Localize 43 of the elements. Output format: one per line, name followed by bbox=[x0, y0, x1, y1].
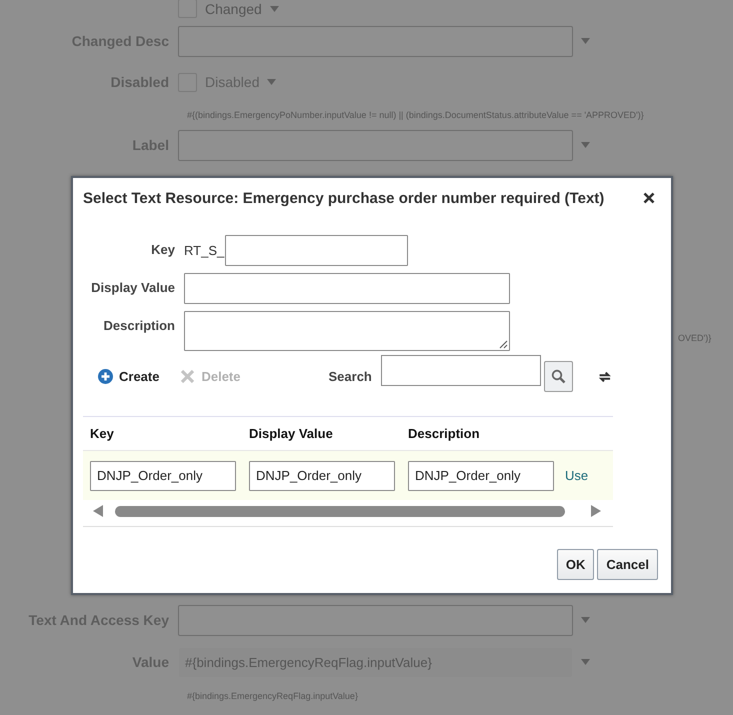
table-row[interactable]: DNJP_Order_only DNJP_Order_only DNJP_Order_only Use bbox=[83, 451, 613, 500]
caret-icon[interactable] bbox=[267, 79, 276, 85]
field-label: Key bbox=[150, 241, 175, 257]
search-icon bbox=[551, 369, 566, 384]
select-field[interactable] bbox=[178, 26, 573, 56]
ok-button[interactable]: OK bbox=[556, 549, 594, 580]
expression-text: #{bindings.EmergencyReqFlag.inputValue} bbox=[186, 691, 358, 701]
caret-icon[interactable] bbox=[581, 38, 590, 44]
search-button[interactable] bbox=[544, 361, 574, 392]
resize-grip-icon[interactable] bbox=[499, 340, 508, 349]
use-link[interactable]: Use bbox=[565, 468, 613, 483]
plus-icon bbox=[98, 369, 113, 384]
table-cell-field[interactable]: DNJP_Order_only bbox=[90, 460, 236, 490]
caret-icon[interactable] bbox=[270, 6, 279, 12]
search-label: Search bbox=[328, 369, 372, 384]
x-icon bbox=[180, 369, 196, 384]
expression-text: OVED')} bbox=[678, 333, 712, 343]
search-field[interactable] bbox=[380, 354, 542, 386]
caret-icon[interactable] bbox=[581, 617, 590, 623]
cancel-button[interactable]: Cancel bbox=[597, 549, 658, 580]
select-field[interactable] bbox=[178, 130, 573, 160]
table-cell-field[interactable]: DNJP_Order_only bbox=[408, 460, 554, 490]
caret-icon[interactable] bbox=[581, 659, 590, 665]
scrollbar-thumb[interactable] bbox=[115, 506, 565, 516]
field-label: Display Value bbox=[90, 279, 175, 295]
input-field[interactable] bbox=[184, 273, 510, 304]
key-prefix: RT_S_ bbox=[184, 243, 224, 258]
field-label: Description bbox=[102, 317, 175, 333]
checkbox-label: Changed bbox=[205, 0, 262, 16]
column-header: Display Value bbox=[248, 426, 334, 441]
select-field[interactable] bbox=[178, 604, 573, 636]
table-cell-field[interactable]: DNJP_Order_only bbox=[249, 460, 395, 490]
create-button[interactable]: Create bbox=[98, 369, 160, 384]
caret-icon[interactable] bbox=[581, 142, 590, 148]
scroll-left-icon[interactable] bbox=[93, 505, 103, 517]
description-field[interactable] bbox=[184, 311, 510, 351]
scroll-right-icon[interactable] bbox=[591, 505, 601, 517]
input-field[interactable] bbox=[225, 235, 408, 266]
column-header: Key bbox=[89, 426, 115, 441]
column-header: Description bbox=[407, 426, 481, 441]
close-icon[interactable] bbox=[643, 192, 655, 204]
expression-text: #{(bindings.EmergencyPoNumber.inputValue != null) || (bindings.DocumentStatus.attributeValue == 'APPROVED')} bbox=[186, 110, 644, 120]
dialog-title: Select Text Resource: Emergency purchase order number required (Text) bbox=[83, 190, 604, 206]
